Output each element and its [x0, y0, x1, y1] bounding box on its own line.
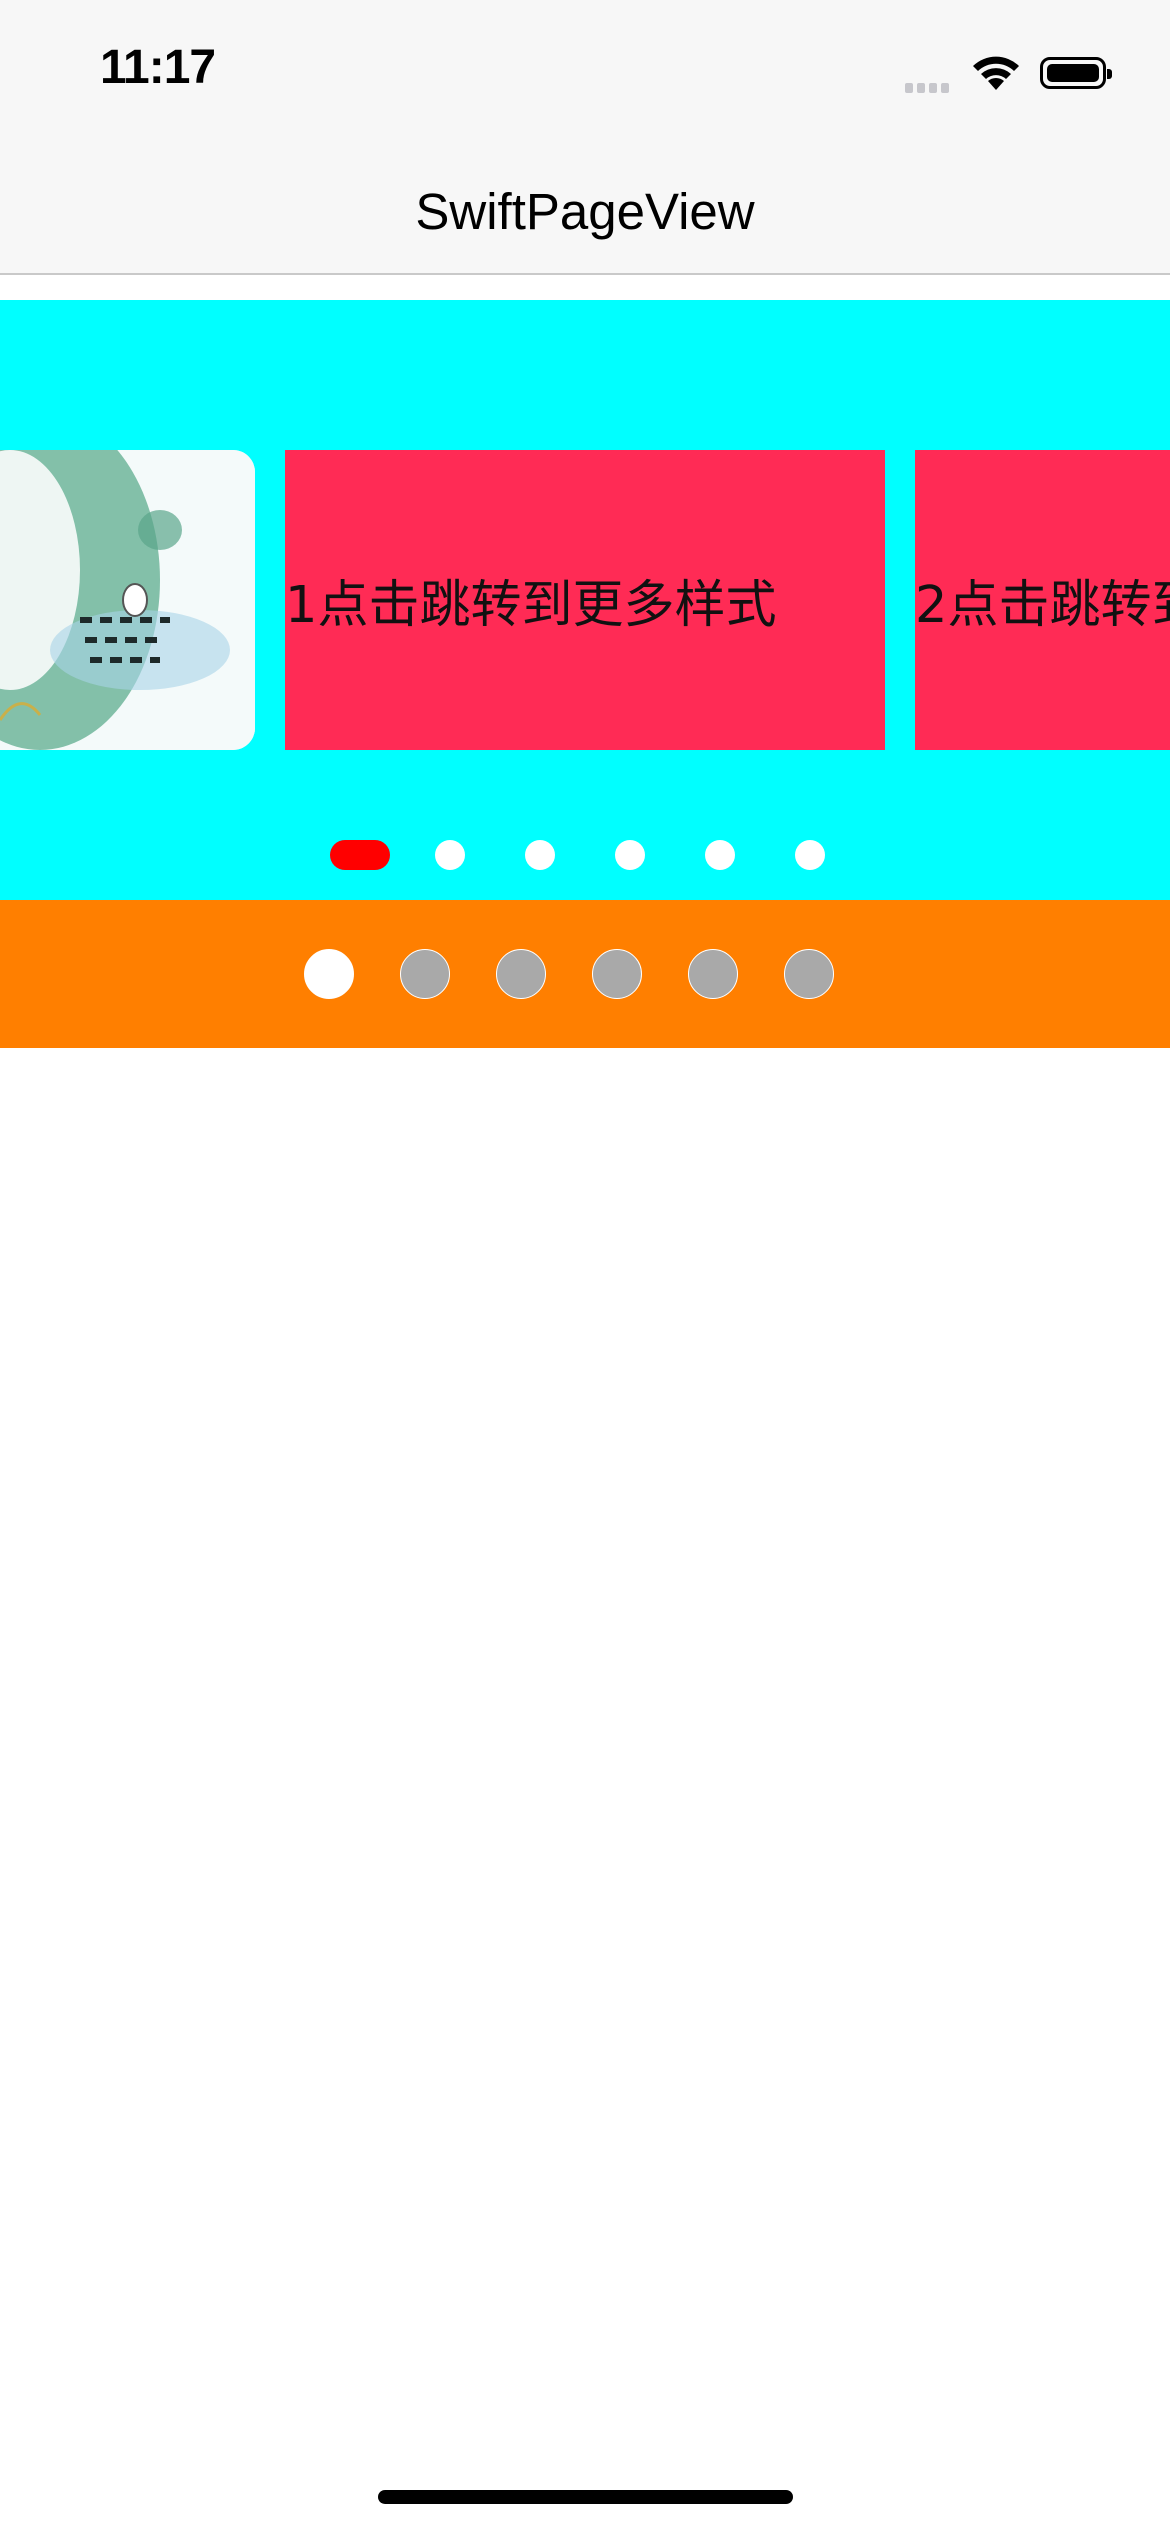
page-dot[interactable] — [435, 840, 465, 870]
page-dot[interactable] — [592, 949, 642, 999]
battery-icon — [1040, 57, 1112, 89]
page-carousel[interactable]: 1点击跳转到更多样式 2点击跳转到 — [0, 300, 1170, 900]
page-dot[interactable] — [688, 949, 738, 999]
page-dot[interactable] — [705, 840, 735, 870]
cellular-signal-icon — [905, 80, 953, 98]
page-dot[interactable] — [525, 840, 555, 870]
page-dot-active[interactable] — [304, 949, 354, 999]
page-dot[interactable] — [615, 840, 645, 870]
page-title: SwiftPageView — [415, 183, 755, 240]
status-time: 11:17 — [100, 41, 216, 94]
totoro-illustration-icon — [0, 450, 255, 750]
status-bar: 11:17 — [0, 0, 1170, 140]
page-dot[interactable] — [496, 949, 546, 999]
page-dot-active[interactable] — [330, 840, 390, 870]
page-dot[interactable] — [795, 840, 825, 870]
page-control-bottom[interactable] — [0, 900, 1170, 1048]
carousel-card-label: 1点击跳转到更多样式 — [285, 576, 777, 635]
navigation-bar: SwiftPageView — [0, 140, 1170, 275]
carousel-card-image[interactable] — [0, 450, 255, 750]
carousel-card-1[interactable]: 1点击跳转到更多样式 — [285, 450, 885, 750]
wifi-icon — [970, 52, 1022, 97]
page-control-top[interactable] — [0, 838, 1170, 870]
page-dot[interactable] — [784, 949, 834, 999]
carousel-card-2[interactable]: 2点击跳转到 — [915, 450, 1170, 750]
home-indicator[interactable] — [378, 2490, 793, 2504]
page-dot[interactable] — [400, 949, 450, 999]
carousel-card-label: 2点击跳转到 — [915, 576, 1170, 635]
